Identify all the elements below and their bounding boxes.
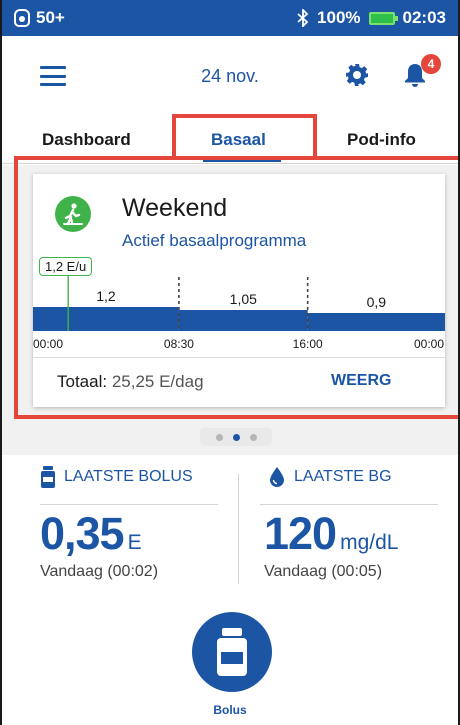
notification-badge: 4	[421, 54, 441, 74]
bg-amount: 120	[264, 508, 337, 559]
last-bg-title: LAATSTE BG	[294, 468, 392, 485]
battery-icon	[368, 11, 398, 25]
pod-icon	[14, 9, 30, 27]
pager-dot[interactable]	[249, 433, 257, 441]
bolus-rule	[40, 504, 218, 505]
carousel-pager[interactable]	[200, 428, 272, 446]
bluetooth-icon	[297, 9, 309, 27]
last-bg-timestamp: Vandaag (00:05)	[264, 563, 383, 580]
last-bolus-title: LAATSTE BOLUS	[64, 468, 193, 485]
bolus-amount: 0,35	[40, 508, 125, 559]
app-header: 24 nov. 4	[2, 36, 458, 116]
bg-unit: mg/dL	[340, 531, 399, 554]
tab-highlight-box	[172, 114, 317, 158]
pager-dot-active[interactable]	[232, 433, 240, 441]
tab-pod-info[interactable]: Pod-info	[347, 130, 416, 150]
last-bg-value: 120 mg/dL	[264, 508, 398, 560]
last-bg-header: LAATSTE BG	[268, 466, 392, 488]
blood-drop-icon	[270, 467, 284, 487]
header-date: 24 nov.	[201, 66, 259, 86]
last-bolus-value: 0,35 E	[40, 508, 142, 560]
status-time: 02:03	[402, 8, 446, 27]
status-bar: 50+ 100% 02:03	[2, 0, 458, 36]
gear-icon[interactable]	[345, 63, 369, 87]
insulin-vial-icon	[41, 466, 55, 488]
last-bolus-header: LAATSTE BOLUS	[40, 466, 193, 488]
bolus-button-label: Bolus	[213, 703, 247, 717]
app-frame: 50+ 100% 02:03 24 nov. 4 Dashboard Basaa…	[0, 0, 460, 725]
card-highlight-box	[14, 156, 458, 419]
battery-percent: 100%	[317, 8, 361, 27]
pod-units: 50+	[36, 8, 65, 27]
last-bolus-timestamp: Vandaag (00:02)	[40, 563, 159, 580]
bg-rule	[260, 504, 438, 505]
pager-dot[interactable]	[215, 433, 223, 441]
insulin-vial-icon	[217, 628, 247, 676]
bolus-unit: E	[127, 531, 142, 554]
bolus-button[interactable]	[192, 612, 272, 692]
tab-dashboard[interactable]: Dashboard	[42, 130, 131, 150]
info-divider	[238, 474, 239, 584]
